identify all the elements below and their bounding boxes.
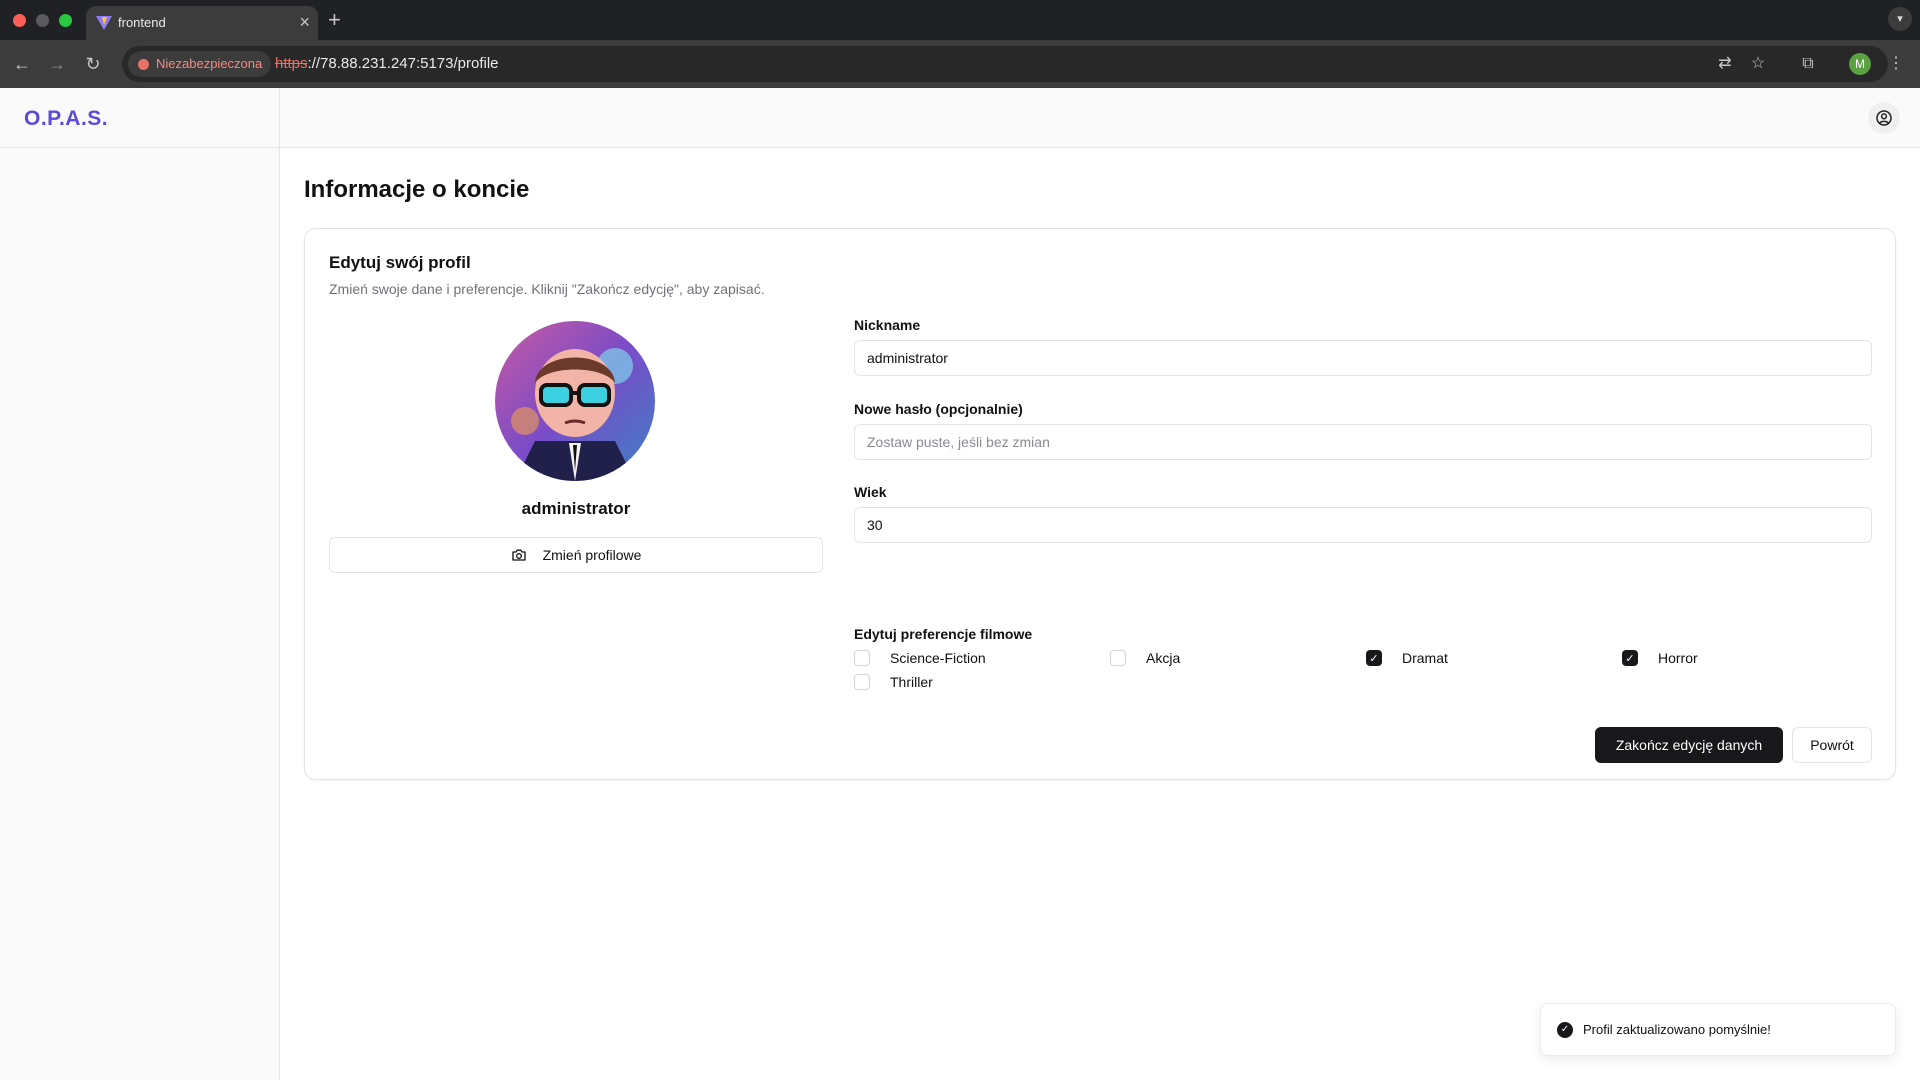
check-circle-icon: ✓ <box>1557 1021 1573 1038</box>
genre-label: Akcja <box>1146 650 1181 666</box>
browser-menu-icon[interactable]: ⋮ <box>1884 52 1908 76</box>
change-photo-button[interactable]: Zmień profilowe <box>329 537 823 573</box>
user-menu-button[interactable] <box>1868 102 1900 134</box>
sidebar-header: O.P.A.S. <box>0 88 279 148</box>
genre-checkbox[interactable] <box>854 674 870 690</box>
genre-option[interactable]: Science-Fiction <box>854 649 986 667</box>
address-bar[interactable]: Niezabezpieczona https://78.88.231.247:5… <box>122 46 1888 82</box>
camera-icon <box>511 549 526 561</box>
genre-option[interactable]: ✓ Dramat <box>1366 649 1448 667</box>
nickname-input[interactable] <box>854 340 1872 376</box>
sidebar: O.P.A.S. <box>0 88 280 1080</box>
nickname-label: Nickname <box>854 317 921 333</box>
genre-label: Horror <box>1658 650 1698 666</box>
back-button[interactable]: Powrót <box>1792 727 1872 763</box>
genre-label: Science-Fiction <box>890 650 986 666</box>
finish-editing-button[interactable]: Zakończ edycję danych <box>1595 727 1783 763</box>
window-minimize-button[interactable] <box>36 14 49 27</box>
toast-message: Profil zaktualizowano pomyślnie! <box>1583 1022 1771 1037</box>
browser-toolbar: ← → ↻ Niezabezpieczona https://78.88.231… <box>0 40 1920 88</box>
profile-username: administrator <box>521 499 631 518</box>
new-tab-button[interactable]: + <box>328 6 341 34</box>
genre-checkbox[interactable] <box>1110 650 1126 666</box>
back-arrow-icon[interactable]: ← <box>10 52 34 76</box>
url-scheme: https <box>275 55 308 72</box>
genre-label: Dramat <box>1402 650 1448 666</box>
profile-avatar <box>495 321 655 481</box>
browser-tabstrip: frontend × + ▾ <box>0 0 1920 40</box>
genre-checkbox[interactable]: ✓ <box>1366 650 1382 666</box>
genre-checkbox[interactable] <box>854 650 870 666</box>
url-path: ://78.88.231.247:5173/profile <box>307 55 499 72</box>
page-title: Informacje o koncie <box>304 176 530 203</box>
password-label: Nowe hasło (opcjonalnie) <box>854 401 1023 417</box>
url-text[interactable]: https://78.88.231.247:5173/profile <box>275 55 499 72</box>
change-photo-label: Zmień profilowe <box>542 547 642 563</box>
reload-icon[interactable]: ↻ <box>81 52 105 76</box>
security-indicator[interactable]: Niezabezpieczona <box>128 51 272 77</box>
translate-icon[interactable]: ⇄ <box>1713 52 1737 76</box>
genre-option[interactable]: Thriller <box>854 673 933 691</box>
security-label: Niezabezpieczona <box>156 56 263 71</box>
not-secure-icon <box>138 59 149 70</box>
tab-search-icon[interactable]: ▾ <box>1888 7 1912 31</box>
card-title: Edytuj swój profil <box>329 253 471 272</box>
browser-tab[interactable]: frontend × <box>86 6 318 40</box>
genre-checkbox[interactable]: ✓ <box>1622 650 1638 666</box>
vite-logo-icon <box>96 16 112 30</box>
genre-option[interactable]: Akcja <box>1110 649 1180 667</box>
age-input[interactable] <box>854 507 1872 543</box>
browser-profile-avatar[interactable]: M <box>1849 53 1871 75</box>
genre-label: Thriller <box>890 674 933 690</box>
tab-close-icon[interactable]: × <box>299 12 310 32</box>
window-maximize-button[interactable] <box>59 14 72 27</box>
password-input[interactable] <box>854 424 1872 460</box>
card-description: Zmień swoje dane i preferencje. Kliknij … <box>329 281 765 297</box>
profile-edit-card: Edytuj swój profil Zmień swoje dane i pr… <box>304 228 1896 780</box>
age-label: Wiek <box>854 484 887 500</box>
window-close-button[interactable] <box>13 14 26 27</box>
forward-arrow-icon[interactable]: → <box>45 52 69 76</box>
extensions-icon[interactable]: ⧉ <box>1796 52 1820 76</box>
tab-title: frontend <box>118 15 166 30</box>
preferences-label: Edytuj preferencje filmowe <box>854 626 1033 642</box>
success-toast: ✓ Profil zaktualizowano pomyślnie! <box>1540 1003 1896 1056</box>
app-root: O.P.A.S. Informacje o koncie Edytuj swój… <box>0 88 1920 1080</box>
top-bar <box>280 88 1920 148</box>
user-circle-icon <box>1876 110 1892 126</box>
bookmark-star-icon[interactable]: ☆ <box>1746 52 1770 76</box>
genre-option[interactable]: ✓ Horror <box>1622 649 1698 667</box>
brand-logo[interactable]: O.P.A.S. <box>24 107 108 130</box>
